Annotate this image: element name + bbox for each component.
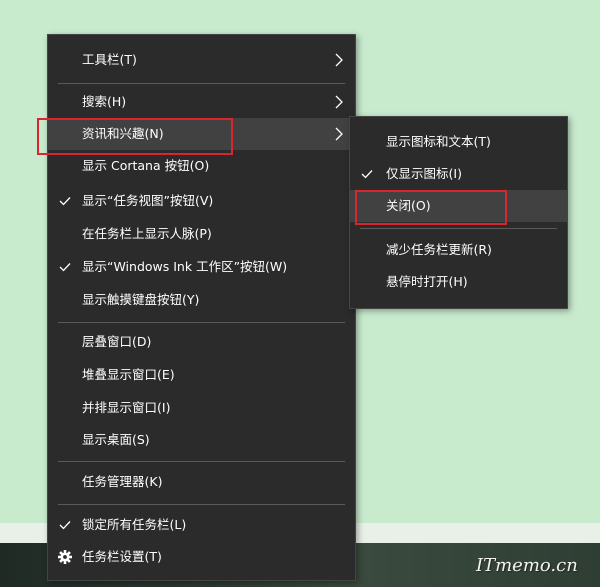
submenu-item-reduce-taskbar-updates[interactable]: 减少任务栏更新(R)	[350, 234, 567, 266]
submenu-item-show-icon-and-text[interactable]: 显示图标和文本(T)	[350, 126, 567, 158]
gear-icon	[58, 550, 72, 564]
menu-item-search[interactable]: 搜索(H)	[48, 86, 355, 118]
watermark-text: ITmemo.cn	[476, 555, 578, 576]
menu-item-taskbar-settings[interactable]: 任务栏设置(T)	[48, 541, 355, 573]
menu-item-task-manager[interactable]: 任务管理器(K)	[48, 466, 355, 498]
checkmark-icon	[59, 263, 71, 272]
menu-separator	[58, 504, 345, 505]
menu-item-show-people[interactable]: 在任务栏上显示人脉(P)	[48, 218, 355, 250]
menu-item-toolbars[interactable]: 工具栏(T)	[48, 44, 355, 76]
menu-item-show-task-view-button[interactable]: 显示“任务视图”按钮(V)	[48, 185, 355, 217]
menu-item-stack-windows[interactable]: 堆叠显示窗口(E)	[48, 359, 355, 391]
annotation-highlight-news-and-interests	[37, 118, 233, 155]
menu-item-show-windows-ink-button[interactable]: 显示“Windows Ink 工作区”按钮(W)	[48, 251, 355, 283]
menu-separator	[58, 322, 345, 323]
menu-item-side-by-side-windows[interactable]: 并排显示窗口(I)	[48, 392, 355, 424]
menu-separator	[360, 228, 557, 229]
checkmark-icon	[59, 197, 71, 206]
submenu-item-open-on-hover[interactable]: 悬停时打开(H)	[350, 266, 567, 298]
chevron-right-icon	[335, 95, 343, 109]
menu-item-show-touch-keyboard-button[interactable]: 显示触摸键盘按钮(Y)	[48, 284, 355, 316]
checkmark-icon	[59, 521, 71, 530]
menu-separator	[58, 461, 345, 462]
menu-item-lock-all-taskbars[interactable]: 锁定所有任务栏(L)	[48, 509, 355, 541]
chevron-right-icon	[335, 53, 343, 67]
taskbar-context-menu: 工具栏(T) 搜索(H) 资讯和兴趣(N) 显示 Cortana 按钮(O) 显…	[47, 34, 356, 581]
annotation-highlight-turn-off	[355, 190, 507, 225]
chevron-right-icon	[335, 127, 343, 141]
menu-separator	[58, 83, 345, 84]
submenu-item-show-icon-only[interactable]: 仅显示图标(I)	[350, 158, 567, 190]
menu-item-show-desktop[interactable]: 显示桌面(S)	[48, 424, 355, 456]
checkmark-icon	[361, 170, 373, 179]
menu-item-cascade-windows[interactable]: 层叠窗口(D)	[48, 326, 355, 358]
